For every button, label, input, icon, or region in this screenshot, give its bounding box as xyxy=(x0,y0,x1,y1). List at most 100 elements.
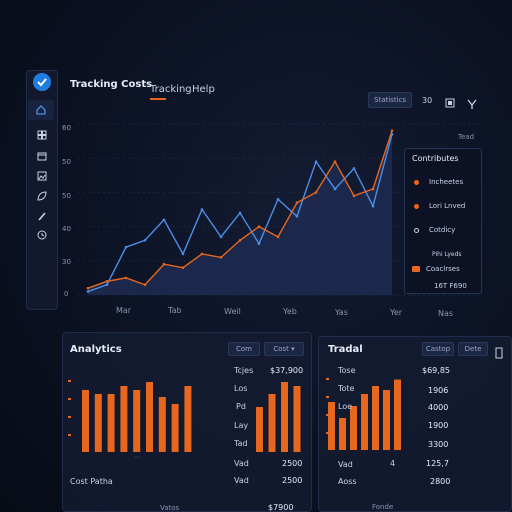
data-point-orange xyxy=(371,187,375,191)
analytics-footer-value-2: $7900 xyxy=(268,503,294,512)
statistics-select-label: Statistics xyxy=(374,96,406,104)
trend-castop-button[interactable]: Castop xyxy=(422,342,454,356)
analytics-bar-chart-secondary xyxy=(256,382,301,452)
bar[interactable] xyxy=(361,394,368,450)
analytics-com-button[interactable]: Com xyxy=(228,342,260,356)
bar[interactable] xyxy=(350,406,357,450)
axis-tick xyxy=(68,416,71,418)
trend-date-button[interactable]: Dete xyxy=(458,342,488,356)
y-tick-label: 0 xyxy=(64,290,69,298)
row-label: Los xyxy=(234,384,248,393)
bar[interactable] xyxy=(133,390,141,452)
data-point-orange xyxy=(124,276,128,280)
data-point-orange xyxy=(200,252,204,256)
data-point-blue xyxy=(105,283,109,287)
bar[interactable] xyxy=(268,394,276,452)
data-point-blue xyxy=(333,187,337,191)
data-point-blue xyxy=(352,167,356,170)
row-value: 4000 xyxy=(428,403,449,412)
data-point-blue xyxy=(238,211,242,215)
legend-label: Cotdicy xyxy=(429,226,456,234)
x-tick-label: Nas xyxy=(438,309,454,318)
chart-corner-label: Tead xyxy=(458,133,475,141)
y-tick-label: 50 xyxy=(62,192,71,200)
legend-swatch xyxy=(414,204,419,209)
bar[interactable] xyxy=(120,386,128,452)
data-point-orange xyxy=(181,266,185,269)
x-tick-label: Yas xyxy=(335,308,348,317)
tab-help[interactable]: Help xyxy=(192,84,215,95)
bar[interactable] xyxy=(281,382,288,452)
data-point-orange xyxy=(257,225,261,228)
bar[interactable] xyxy=(107,394,115,452)
app-logo-icon[interactable] xyxy=(33,73,51,91)
export-icon[interactable] xyxy=(444,94,456,108)
analytics-com-button-label: Com xyxy=(236,345,252,353)
row-label: Pd xyxy=(236,402,246,411)
analytics-cost-dropdown-label: Cost xyxy=(273,345,289,353)
bar[interactable] xyxy=(146,382,153,452)
data-point-blue xyxy=(86,290,90,293)
row-value: $69,85 xyxy=(422,366,450,375)
bar[interactable] xyxy=(372,386,379,450)
analytics-footer-label-2: Vad xyxy=(234,476,249,485)
data-point-orange xyxy=(143,283,147,287)
data-point-blue xyxy=(219,235,223,239)
x-tick-label: Yer xyxy=(390,308,403,317)
legend-label: Pihi Lyeds xyxy=(432,251,462,258)
legend-footer: 16T F690 xyxy=(434,282,467,290)
pen-icon[interactable] xyxy=(36,207,48,221)
grid-icon[interactable] xyxy=(36,126,48,140)
analytics-footer-value: 2500 xyxy=(282,476,303,485)
clock-icon[interactable] xyxy=(36,226,48,240)
data-point-blue xyxy=(276,197,280,201)
bar[interactable] xyxy=(256,407,263,452)
data-point-blue xyxy=(314,160,318,163)
bar[interactable] xyxy=(82,390,89,452)
filter-icon[interactable] xyxy=(466,95,478,109)
statistics-select[interactable]: Statistics xyxy=(368,92,412,108)
data-point-blue xyxy=(143,238,147,242)
bar[interactable] xyxy=(328,402,335,450)
data-point-orange xyxy=(219,256,223,259)
row-value: $37,900 xyxy=(270,366,304,375)
analytics-cost-dropdown[interactable]: Cost ▾ xyxy=(264,342,304,356)
axis-tick xyxy=(68,398,71,400)
bar[interactable] xyxy=(293,386,301,452)
bar[interactable] xyxy=(184,386,192,452)
bar[interactable] xyxy=(158,397,166,452)
row-label: Tad xyxy=(234,439,248,448)
analytics-title: Analytics xyxy=(70,344,122,355)
bar[interactable] xyxy=(394,379,401,450)
data-point-blue xyxy=(390,132,394,136)
row-mid-value: 4 xyxy=(390,459,396,468)
y-tick-label: 40 xyxy=(62,225,71,233)
legend-label: Coaclrses xyxy=(426,265,460,273)
axis-tick xyxy=(68,434,71,436)
bar[interactable] xyxy=(383,390,390,450)
image-icon[interactable] xyxy=(36,167,48,181)
row-label: Tcjes xyxy=(234,366,254,375)
more-icon[interactable] xyxy=(494,344,504,359)
data-point-orange xyxy=(238,238,242,242)
leaf-icon[interactable] xyxy=(36,187,48,201)
trend-title: Tradal xyxy=(328,344,363,355)
x-axis-caption: ⋯ xyxy=(134,454,140,461)
row-label: Lay xyxy=(234,421,249,430)
axis-tick xyxy=(326,378,329,380)
data-point-orange xyxy=(352,194,356,198)
home-icon[interactable] xyxy=(28,100,54,120)
bar[interactable] xyxy=(171,404,179,452)
data-point-orange xyxy=(162,262,166,266)
y-tick-label: 50 xyxy=(62,158,71,166)
x-tick-label: Mar xyxy=(116,306,132,315)
app-title: Tracking Costs xyxy=(70,79,153,90)
trend-footer-mid: Fonde xyxy=(372,503,394,511)
trend-castop-button-label: Castop xyxy=(425,345,451,353)
bar[interactable] xyxy=(94,394,102,452)
data-point-blue xyxy=(257,242,261,245)
tab-tracking[interactable]: Tracking xyxy=(150,84,192,95)
data-point-orange xyxy=(333,160,337,163)
calendar-icon[interactable] xyxy=(36,147,48,161)
bar[interactable] xyxy=(339,418,346,450)
